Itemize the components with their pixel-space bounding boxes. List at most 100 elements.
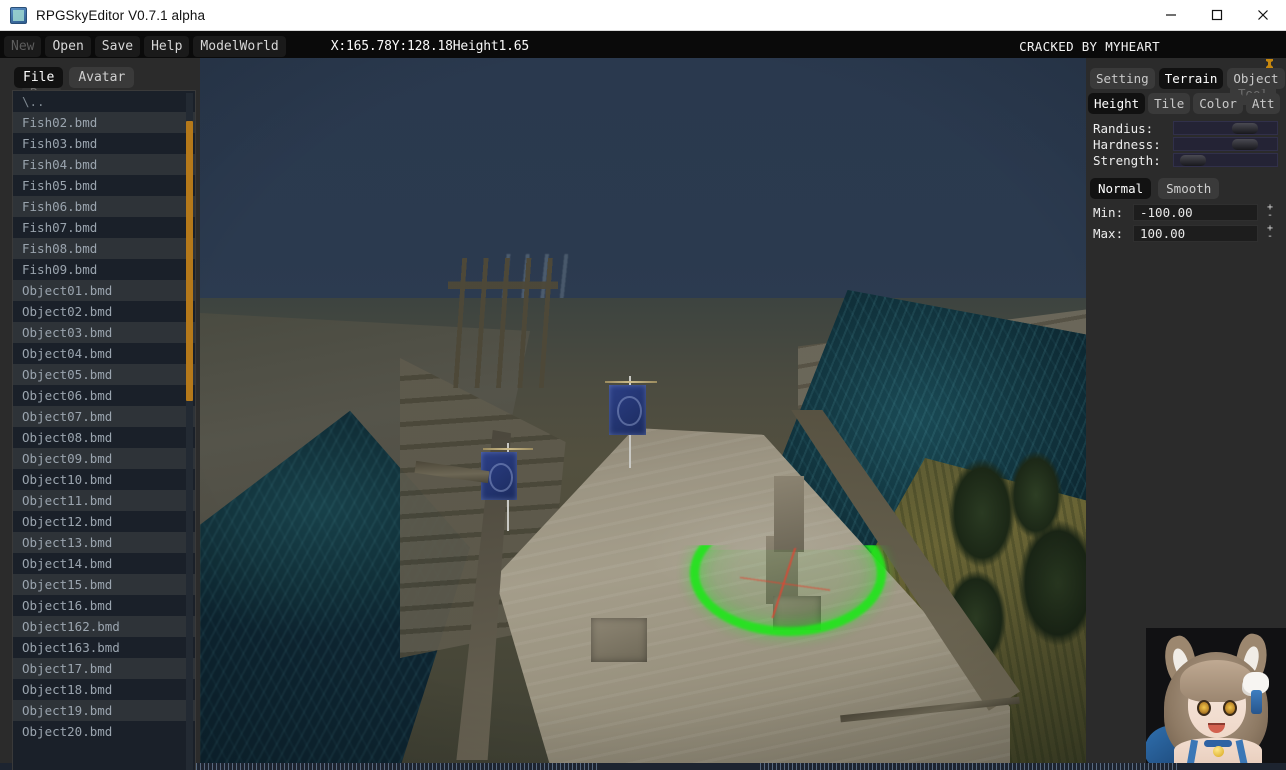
avatar-ribbon: [1251, 690, 1262, 714]
file-list-item[interactable]: Object06.bmd: [13, 385, 195, 406]
slider-thumb-radius[interactable]: [1231, 123, 1258, 134]
file-list-item[interactable]: Object03.bmd: [13, 322, 195, 343]
menu-item-help[interactable]: Help: [144, 36, 190, 57]
minimize-button[interactable]: [1148, 0, 1194, 31]
field-row-min: Min: -100.00 + -: [1089, 203, 1285, 221]
file-list-item[interactable]: Object11.bmd: [13, 490, 195, 511]
tab-file[interactable]: File: [14, 67, 64, 88]
slider-row-strength: Strength:: [1089, 152, 1285, 168]
app-icon: [10, 6, 27, 24]
file-list-scrollbar-thumb[interactable]: [186, 121, 193, 401]
slider-thumb-strength[interactable]: [1180, 155, 1207, 166]
file-list-item[interactable]: Object17.bmd: [13, 658, 195, 679]
file-list-item[interactable]: Fish08.bmd: [13, 238, 195, 259]
max-height-stepper[interactable]: + -: [1263, 224, 1277, 242]
slider-thumb-hardness[interactable]: [1231, 139, 1258, 150]
slider-track-radius[interactable]: [1173, 121, 1278, 135]
file-list-item[interactable]: Object15.bmd: [13, 574, 195, 595]
max-decrement-button[interactable]: -: [1267, 232, 1273, 242]
file-list-item[interactable]: Object13.bmd: [13, 532, 195, 553]
coord-x-value: 165.78: [345, 39, 392, 54]
slider-row-hardness: Hardness:: [1089, 136, 1285, 152]
slider-track-strength[interactable]: [1173, 153, 1278, 167]
left-resource-panel: Res File Avatar \..Fish02.bmdFish03.bmdF…: [0, 58, 200, 770]
file-list-item[interactable]: Object162.bmd: [13, 616, 195, 637]
brush-mode-group: Normal Smooth: [1090, 178, 1220, 199]
file-list-item[interactable]: Fish03.bmd: [13, 133, 195, 154]
stone-pillar-right: [774, 476, 804, 552]
file-list-item[interactable]: Object04.bmd: [13, 343, 195, 364]
menu-item-save[interactable]: Save: [94, 36, 141, 57]
wooden-gate-structure: [448, 258, 558, 388]
left-panel-tabs: File Avatar: [14, 67, 135, 88]
right-panel-sub-tabs: Height Tile Color Att: [1088, 93, 1281, 114]
file-list-item[interactable]: Object02.bmd: [13, 301, 195, 322]
file-list-item[interactable]: Fish06.bmd: [13, 196, 195, 217]
field-row-max: Max: 100.00 + -: [1089, 224, 1285, 242]
file-list-item[interactable]: Fish02.bmd: [13, 112, 195, 133]
file-list-item[interactable]: Object09.bmd: [13, 448, 195, 469]
banner-flag-right: [609, 385, 646, 435]
subtab-height[interactable]: Height: [1088, 93, 1146, 114]
terrain-brush-crosshair: [740, 548, 830, 618]
field-label-min: Min:: [1093, 204, 1124, 220]
subtab-color[interactable]: Color: [1193, 93, 1243, 114]
menu-item-open[interactable]: Open: [45, 36, 91, 57]
file-list-scrollbar[interactable]: [186, 93, 193, 770]
file-list-item[interactable]: Object14.bmd: [13, 553, 195, 574]
coord-height-label: Height: [452, 39, 499, 54]
right-panel-main-tabs: Setting Terrain Object: [1090, 68, 1285, 89]
window-title-bar: RPGSkyEditor V0.7.1 alpha: [0, 0, 1286, 31]
close-button[interactable]: [1240, 0, 1286, 31]
tab-terrain[interactable]: Terrain: [1158, 68, 1224, 89]
window-title: RPGSkyEditor V0.7.1 alpha: [36, 7, 206, 23]
height-limit-group: Min: -100.00 + - Max: 100.00 + -: [1089, 203, 1285, 245]
coord-y-label: Y:: [391, 39, 407, 54]
slider-track-hardness[interactable]: [1173, 137, 1278, 151]
file-list-item[interactable]: Fish05.bmd: [13, 175, 195, 196]
file-list-item[interactable]: Fish09.bmd: [13, 259, 195, 280]
subtab-att[interactable]: Att: [1245, 93, 1281, 114]
file-list-item[interactable]: Object01.bmd: [13, 280, 195, 301]
tab-setting[interactable]: Setting: [1090, 68, 1155, 89]
avatar-eye-right: [1223, 700, 1237, 716]
file-list[interactable]: \.. Fish02.bmd Fish03.bmd Fish04.bmd Fish05.…: [12, 90, 196, 770]
taskbar-tray-row: [760, 763, 1180, 770]
mode-button-normal[interactable]: Normal: [1090, 178, 1152, 199]
min-height-input[interactable]: -100.00: [1133, 203, 1258, 221]
coord-x-label: X:: [330, 39, 346, 54]
file-list-item[interactable]: Object163.bmd: [13, 637, 195, 658]
tab-avatar[interactable]: Avatar: [69, 67, 135, 88]
file-list-item[interactable]: Object16.bmd: [13, 595, 195, 616]
file-list-item[interactable]: Object18.bmd: [13, 679, 195, 700]
file-list-item[interactable]: Object19.bmd: [13, 700, 195, 721]
file-list-item[interactable]: Object07.bmd: [13, 406, 195, 427]
file-list-rows: \.. Fish02.bmd Fish03.bmd Fish04.bmd Fish05.…: [13, 91, 195, 742]
max-height-input[interactable]: 100.00: [1133, 224, 1258, 242]
field-label-max: Max:: [1093, 225, 1124, 241]
file-list-item[interactable]: Fish07.bmd: [13, 217, 195, 238]
subtab-tile[interactable]: Tile: [1148, 93, 1191, 114]
slider-label-hardness: Hardness:: [1093, 136, 1161, 152]
flag-crossbar-left: [483, 448, 533, 450]
file-list-item[interactable]: \..: [13, 91, 195, 112]
brush-slider-group: Randius: Hardness: Strength:: [1089, 120, 1285, 168]
menu-item-modelworld[interactable]: ModelWorld: [193, 36, 286, 57]
slider-label-radius: Randius:: [1093, 120, 1154, 136]
cursor-coordinates-readout: X: 165.78 Y: 128.18 Height 1.65: [330, 39, 530, 54]
file-list-item[interactable]: Object10.bmd: [13, 469, 195, 490]
file-list-item[interactable]: Object08.bmd: [13, 427, 195, 448]
min-height-stepper[interactable]: + -: [1263, 203, 1277, 221]
file-list-item[interactable]: Object12.bmd: [13, 511, 195, 532]
file-list-item[interactable]: Fish04.bmd: [13, 154, 195, 175]
file-list-item[interactable]: Object05.bmd: [13, 364, 195, 385]
file-list-item[interactable]: Object20.bmd: [13, 721, 195, 742]
application-window: RPGSkyEditor V0.7.1 alpha New Open Save …: [0, 0, 1286, 770]
tab-object[interactable]: Object: [1227, 68, 1285, 89]
maximize-button[interactable]: [1194, 0, 1240, 31]
slider-label-strength: Strength:: [1093, 152, 1161, 168]
menu-item-new[interactable]: New: [4, 36, 42, 57]
min-decrement-button[interactable]: -: [1267, 211, 1273, 221]
mode-button-smooth[interactable]: Smooth: [1158, 178, 1220, 199]
3d-scene-viewport[interactable]: [200, 58, 1086, 763]
